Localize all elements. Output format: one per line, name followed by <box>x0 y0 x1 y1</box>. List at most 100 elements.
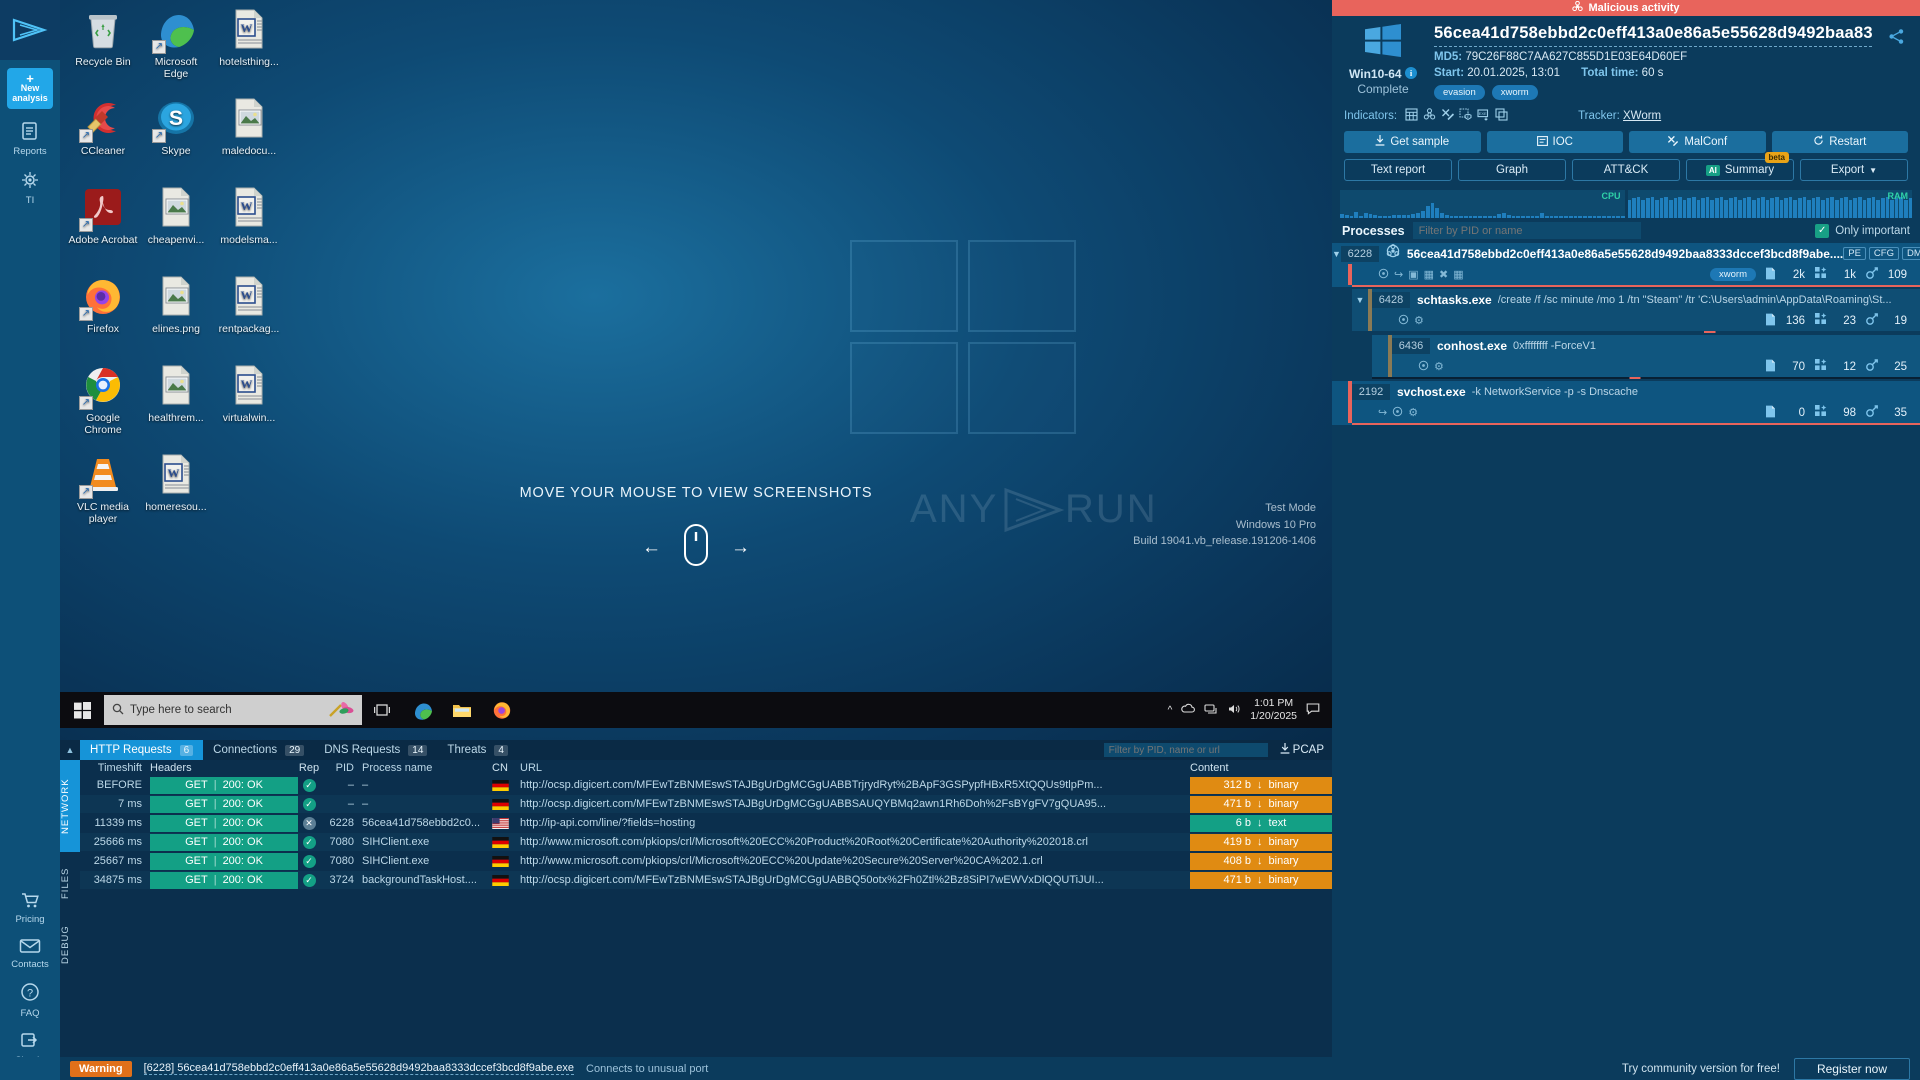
process-badge-cfg[interactable]: CFG <box>1868 247 1899 260</box>
process-badge-pe[interactable]: PE <box>1843 247 1866 260</box>
lightbulb-icon[interactable] <box>1392 406 1403 420</box>
redirect-icon[interactable]: ↪ <box>1378 406 1387 420</box>
redirect-icon[interactable]: ↪ <box>1394 268 1403 282</box>
task-view-icon[interactable] <box>362 692 402 728</box>
desktop-icon[interactable]: Wvirtualwin... <box>214 364 284 424</box>
summary-button[interactable]: AI Summary beta <box>1686 152 1794 181</box>
restart-button[interactable]: Restart <box>1771 131 1908 153</box>
sidebar-item-pricing[interactable]: Pricing <box>0 891 60 926</box>
network-filter-input[interactable] <box>1103 743 1268 757</box>
pcap-download-button[interactable]: PCAP <box>1280 743 1324 757</box>
vm-desktop-preview[interactable]: Recycle Bin ↗ Microsoft Edge Whotelsthing..… <box>60 0 1332 740</box>
desktop-icon[interactable]: ↗ Google Chrome <box>68 364 138 436</box>
network-shield-icon[interactable] <box>1459 108 1472 124</box>
network-icon[interactable] <box>1204 703 1218 718</box>
process-settings-icon[interactable]: ⚙ <box>1434 360 1444 374</box>
firefox-icon[interactable] <box>482 692 522 728</box>
desktop-icon[interactable]: healthrem... <box>141 364 211 424</box>
registry-icon[interactable] <box>1405 108 1418 124</box>
file-explorer-icon[interactable] <box>442 692 482 728</box>
desktop-icon[interactable]: elines.png <box>141 275 211 335</box>
sidebar-item-faq[interactable]: ? FAQ <box>0 982 60 1019</box>
desktop-icon[interactable]: ↗ Adobe Acrobat <box>68 186 138 246</box>
warning-process-name[interactable]: [6228] 56cea41d758ebbd2c0eff413a0e86a5e5… <box>143 1062 575 1075</box>
cell-content[interactable]: 6 b ↓ text <box>1190 814 1332 832</box>
process-row[interactable]: 6436 conhost.exe 0xffffffff -ForceV1 ⚙ 70 12… <box>1372 335 1920 379</box>
cell-headers[interactable]: GET | 200: OK <box>150 814 298 832</box>
ioc-button[interactable]: IOC <box>1486 131 1623 153</box>
tools-icon[interactable] <box>1441 108 1454 124</box>
process-badge-dmp[interactable]: DMP <box>1901 247 1920 260</box>
only-important-toggle[interactable]: ✓ Only important <box>1815 223 1910 238</box>
cell-url[interactable]: http://ocsp.digicert.com/MFEwTzBNMEswSTA… <box>520 779 1190 791</box>
cell-headers[interactable]: GET | 200: OK <box>150 776 298 794</box>
cell-url[interactable]: http://ocsp.digicert.com/MFEwTzBNMEswSTA… <box>520 798 1190 810</box>
graph-button[interactable]: Graph <box>1458 159 1566 181</box>
taskbar-search-input[interactable]: Type here to search <box>104 695 362 725</box>
side-tab-debug[interactable]: DEBUG <box>60 914 80 976</box>
tab-dns-requests[interactable]: DNS Requests 14 <box>314 740 437 760</box>
side-tab-files[interactable]: FILES <box>60 852 80 914</box>
cell-headers[interactable]: GET | 200: OK <box>150 833 298 851</box>
executable-icon[interactable]: ▣ <box>1408 268 1418 282</box>
cell-content[interactable]: 471 b ↓ binary <box>1190 871 1332 889</box>
desktop-icon[interactable]: Wmodelsma... <box>214 186 284 246</box>
action-center-icon[interactable] <box>1306 702 1320 718</box>
process-settings-icon[interactable]: ⚙ <box>1408 406 1418 420</box>
taskbar-clock[interactable]: 1:01 PM 1/20/2025 <box>1250 697 1297 723</box>
export-button[interactable]: Export ▼ <box>1800 159 1908 181</box>
expand-caret-icon[interactable]: ▼ <box>1352 295 1368 305</box>
cell-headers[interactable]: GET | 200: OK <box>150 795 298 813</box>
onedrive-icon[interactable] <box>1181 703 1196 718</box>
cell-url[interactable]: http://www.microsoft.com/pkiops/crl/Micr… <box>520 836 1190 848</box>
table-row[interactable]: 11339 ms GET | 200: OK ✕ 6228 56cea41d758ebbd2… <box>80 814 1332 832</box>
new-analysis-button[interactable]: + New analysis <box>7 68 53 109</box>
table-row[interactable]: 34875 ms GET | 200: OK ✓ 3724 backgroundTaskHo… <box>80 871 1332 889</box>
info-icon[interactable]: i <box>1404 67 1417 82</box>
network-shield-icon[interactable]: ▦ <box>1424 268 1434 282</box>
share-button[interactable] <box>1884 24 1908 100</box>
tab-http-requests[interactable]: HTTP Requests 6 <box>80 740 204 760</box>
desktop-icon[interactable]: ↗ CCleaner <box>68 97 138 157</box>
collapse-panel-button[interactable]: ▲ <box>60 740 80 760</box>
sidebar-item-contacts[interactable]: Contacts <box>0 938 60 971</box>
process-filter-input[interactable] <box>1412 222 1641 239</box>
volume-icon[interactable] <box>1227 703 1241 718</box>
process-row[interactable]: ▼ 6428 schtasks.exe/create /f /sc minute /… <box>1352 289 1920 333</box>
edge-icon[interactable] <box>402 692 442 728</box>
biohazard-indicator-icon[interactable] <box>1423 108 1436 124</box>
cell-content[interactable]: 419 b ↓ binary <box>1190 833 1332 851</box>
prev-screenshot-arrow[interactable]: ← <box>642 537 661 559</box>
desktop-icon[interactable]: Wrentpackag... <box>214 275 284 335</box>
sidebar-item-ti[interactable]: TI <box>0 170 60 207</box>
next-screenshot-arrow[interactable]: → <box>731 537 750 559</box>
get-sample-button[interactable]: Get sample <box>1344 131 1481 153</box>
text-report-button[interactable]: Text report <box>1344 159 1452 181</box>
sample-title[interactable]: 56cea41d758ebbd2c0eff413a0e86a5e55628d94… <box>1434 24 1872 47</box>
desktop-icon[interactable]: Whotelsthing... <box>214 8 284 68</box>
copy-icon[interactable] <box>1495 108 1508 124</box>
malconf-button[interactable]: MalConf <box>1629 131 1766 153</box>
windows-start-icon[interactable] <box>60 701 104 719</box>
desktop-icon[interactable]: maledocu... <box>214 97 284 157</box>
attack-button[interactable]: ATT&CK <box>1572 159 1680 181</box>
cell-url[interactable]: http://www.microsoft.com/pkiops/crl/Micr… <box>520 855 1190 867</box>
table-row[interactable]: 25667 ms GET | 200: OK ✓ 7080 SIHClient.exe htt… <box>80 852 1332 870</box>
process-tag[interactable]: xworm <box>1710 268 1756 281</box>
desktop-icon[interactable]: ↗ Microsoft Edge <box>141 8 211 80</box>
tag-evasion[interactable]: evasion <box>1434 85 1485 100</box>
cell-content[interactable]: 312 b ↓ binary <box>1190 776 1332 794</box>
expand-caret-icon[interactable]: ▼ <box>1332 249 1341 259</box>
process-settings-icon[interactable]: ⚙ <box>1414 314 1424 328</box>
desktop-icon[interactable]: S ↗ Skype <box>141 97 211 157</box>
cell-content[interactable]: 471 b ↓ binary <box>1190 795 1332 813</box>
desktop-icon[interactable]: ↗ Firefox <box>68 275 138 335</box>
cell-headers[interactable]: GET | 200: OK <box>150 852 298 870</box>
process-row[interactable]: ▼ 6228 56cea41d758ebbd2c0eff413a0e86a5e55… <box>1332 243 1920 287</box>
table-row[interactable]: 7 ms GET | 200: OK ✓ – – http://ocsp.digicert.c… <box>80 795 1332 813</box>
cell-url[interactable]: http://ocsp.digicert.com/MFEwTzBNMEswSTA… <box>520 874 1190 886</box>
cell-headers[interactable]: GET | 200: OK <box>150 871 298 889</box>
executable-icon[interactable]: EXE <box>1477 108 1490 124</box>
biohazard-icon[interactable] <box>1378 268 1389 282</box>
tracker-value[interactable]: XWorm <box>1623 110 1661 122</box>
